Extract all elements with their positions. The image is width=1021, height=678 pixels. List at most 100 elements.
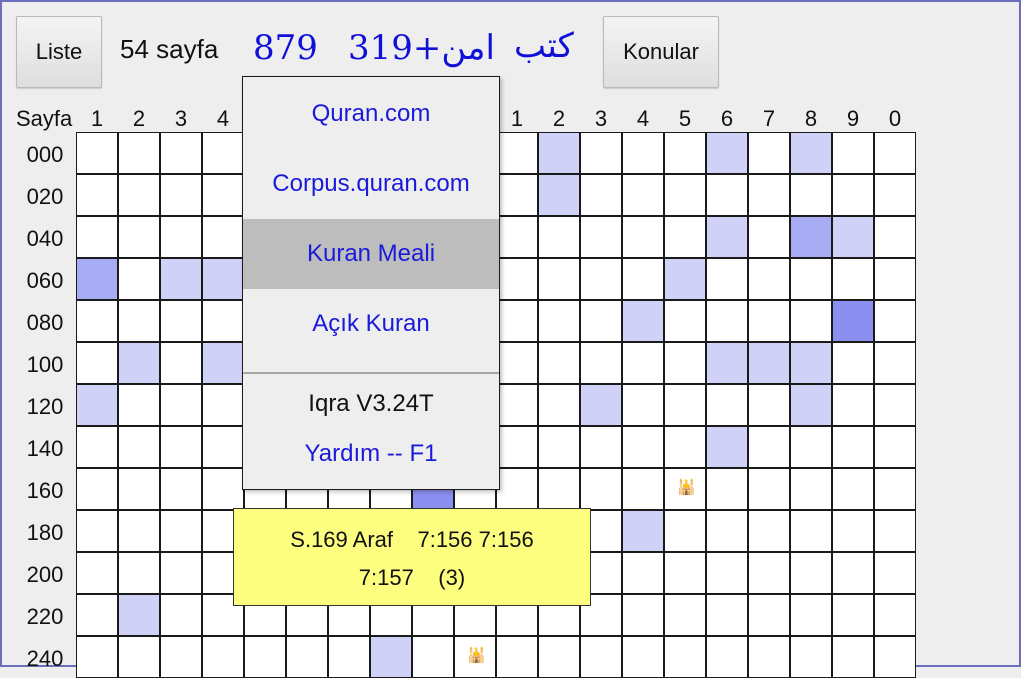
grid-cell[interactable] bbox=[580, 342, 622, 384]
grid-cell[interactable] bbox=[76, 636, 118, 678]
grid-cell[interactable] bbox=[580, 174, 622, 216]
grid-cell[interactable] bbox=[160, 300, 202, 342]
grid-cell[interactable] bbox=[118, 426, 160, 468]
grid-cell[interactable] bbox=[76, 468, 118, 510]
grid-cell[interactable] bbox=[118, 300, 160, 342]
grid-cell[interactable] bbox=[874, 468, 916, 510]
grid-cell[interactable] bbox=[706, 300, 748, 342]
grid-cell[interactable] bbox=[622, 132, 664, 174]
grid-cell[interactable] bbox=[706, 636, 748, 678]
grid-cell[interactable] bbox=[790, 552, 832, 594]
grid-cell[interactable] bbox=[706, 594, 748, 636]
grid-cell[interactable] bbox=[286, 636, 328, 678]
grid-cell[interactable] bbox=[748, 132, 790, 174]
grid-cell[interactable] bbox=[160, 426, 202, 468]
grid-cell[interactable] bbox=[496, 216, 538, 258]
grid-cell[interactable] bbox=[202, 384, 244, 426]
grid-cell[interactable] bbox=[538, 258, 580, 300]
grid-cell[interactable] bbox=[160, 552, 202, 594]
grid-cell[interactable] bbox=[496, 174, 538, 216]
grid-cell[interactable] bbox=[580, 258, 622, 300]
grid-cell[interactable] bbox=[706, 174, 748, 216]
grid-cell[interactable] bbox=[790, 174, 832, 216]
grid-cell[interactable] bbox=[76, 426, 118, 468]
grid-cell[interactable] bbox=[664, 342, 706, 384]
menu-item-help[interactable]: Yardım -- F1 bbox=[243, 429, 499, 479]
grid-cell[interactable] bbox=[160, 258, 202, 300]
grid-cell[interactable] bbox=[580, 636, 622, 678]
grid-cell[interactable] bbox=[622, 342, 664, 384]
grid-cell[interactable] bbox=[118, 468, 160, 510]
grid-cell[interactable] bbox=[580, 216, 622, 258]
grid-cell[interactable] bbox=[664, 300, 706, 342]
grid-cell[interactable] bbox=[790, 594, 832, 636]
grid-cell[interactable] bbox=[76, 594, 118, 636]
grid-cell[interactable] bbox=[706, 468, 748, 510]
grid-cell[interactable] bbox=[748, 468, 790, 510]
grid-cell[interactable] bbox=[706, 426, 748, 468]
grid-cell[interactable] bbox=[748, 552, 790, 594]
grid-cell[interactable] bbox=[496, 426, 538, 468]
grid-cell[interactable] bbox=[412, 636, 454, 678]
grid-cell[interactable] bbox=[538, 426, 580, 468]
grid-cell[interactable] bbox=[160, 636, 202, 678]
grid-cell[interactable] bbox=[118, 216, 160, 258]
grid-cell[interactable] bbox=[832, 426, 874, 468]
grid-cell[interactable] bbox=[580, 426, 622, 468]
grid-cell[interactable] bbox=[832, 384, 874, 426]
grid-cell[interactable] bbox=[874, 384, 916, 426]
grid-cell[interactable] bbox=[832, 174, 874, 216]
grid-cell[interactable] bbox=[202, 258, 244, 300]
grid-cell[interactable] bbox=[874, 132, 916, 174]
grid-cell[interactable] bbox=[202, 216, 244, 258]
grid-cell[interactable] bbox=[832, 468, 874, 510]
grid-cell[interactable] bbox=[874, 174, 916, 216]
grid-cell[interactable] bbox=[538, 174, 580, 216]
grid-cell[interactable] bbox=[832, 636, 874, 678]
grid-cell[interactable] bbox=[160, 594, 202, 636]
grid-cell[interactable] bbox=[538, 636, 580, 678]
grid-cell[interactable] bbox=[160, 342, 202, 384]
grid-cell[interactable] bbox=[244, 636, 286, 678]
grid-cell[interactable] bbox=[664, 510, 706, 552]
grid-cell[interactable] bbox=[832, 258, 874, 300]
grid-cell[interactable] bbox=[790, 636, 832, 678]
grid-cell[interactable] bbox=[118, 636, 160, 678]
grid-cell[interactable] bbox=[622, 636, 664, 678]
grid-cell[interactable] bbox=[202, 468, 244, 510]
grid-cell[interactable] bbox=[664, 384, 706, 426]
grid-cell[interactable] bbox=[76, 342, 118, 384]
grid-cell[interactable] bbox=[832, 594, 874, 636]
grid-cell[interactable] bbox=[370, 636, 412, 678]
grid-cell[interactable] bbox=[160, 174, 202, 216]
grid-cell[interactable] bbox=[496, 384, 538, 426]
grid-cell[interactable] bbox=[118, 258, 160, 300]
grid-cell[interactable] bbox=[580, 132, 622, 174]
grid-cell[interactable] bbox=[832, 342, 874, 384]
grid-cell[interactable] bbox=[748, 594, 790, 636]
grid-cell[interactable] bbox=[748, 384, 790, 426]
grid-cell[interactable] bbox=[202, 636, 244, 678]
grid-cell[interactable] bbox=[790, 300, 832, 342]
grid-cell[interactable] bbox=[622, 384, 664, 426]
grid-cell[interactable] bbox=[622, 594, 664, 636]
grid-cell[interactable] bbox=[76, 258, 118, 300]
grid-cell[interactable] bbox=[622, 510, 664, 552]
grid-cell[interactable] bbox=[328, 636, 370, 678]
menu-item-acik-kuran[interactable]: Açık Kuran bbox=[243, 289, 499, 359]
grid-cell[interactable] bbox=[496, 300, 538, 342]
grid-cell[interactable] bbox=[832, 510, 874, 552]
grid-cell[interactable] bbox=[622, 216, 664, 258]
grid-cell[interactable] bbox=[538, 216, 580, 258]
grid-cell[interactable] bbox=[118, 384, 160, 426]
grid-cell[interactable] bbox=[790, 510, 832, 552]
grid-cell[interactable] bbox=[202, 132, 244, 174]
grid-cell[interactable] bbox=[538, 384, 580, 426]
grid-cell[interactable] bbox=[76, 216, 118, 258]
grid-cell[interactable] bbox=[874, 552, 916, 594]
grid-cell[interactable] bbox=[76, 174, 118, 216]
grid-cell[interactable] bbox=[706, 510, 748, 552]
grid-cell[interactable] bbox=[706, 384, 748, 426]
menu-item-kuran-meali[interactable]: Kuran Meali bbox=[243, 219, 499, 289]
grid-cell[interactable] bbox=[706, 132, 748, 174]
